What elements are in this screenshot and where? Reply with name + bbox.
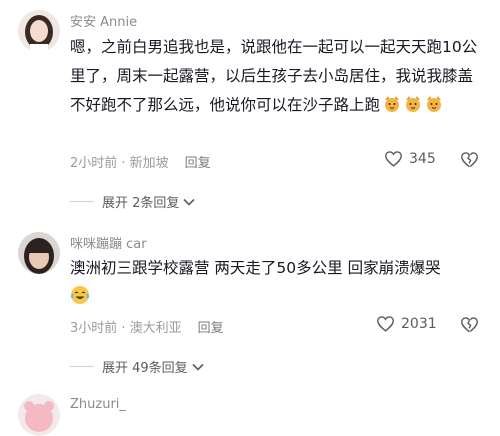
comment-text: 嗯，之前白男追我也是，说跟他在一起可以一起天天跑10公里了，周末一起露营，以后生… [70, 33, 480, 120]
comment-body: 澳洲初三跟学校露营 两天走了50多公里 回家崩溃爆哭 [70, 259, 441, 277]
comment-username[interactable]: Zhuzuri_ [70, 397, 126, 412]
chevron-down-icon [192, 363, 204, 371]
cat-face-icon [404, 94, 422, 112]
comment-username[interactable]: 安安 Annie [70, 11, 137, 30]
like-count: 345 [409, 150, 436, 167]
expand-replies-button[interactable]: 展开 2条回复 [70, 192, 196, 211]
expand-replies-button[interactable]: 展开 49条回复 [70, 357, 205, 376]
comment-meta: 3小时前 · 澳大利亚 回复 [70, 317, 224, 336]
comment-username[interactable]: 咪咪蹦蹦 car [70, 233, 147, 252]
avatar[interactable] [18, 232, 60, 274]
comment-time-location: 3小时前 · 澳大利亚 [70, 321, 182, 336]
expand-replies-label: 展开 2条回复 [102, 196, 180, 211]
reply-button[interactable]: 回复 [198, 321, 224, 336]
comment-time-location: 2小时前 · 新加坡 [70, 156, 169, 171]
broken-heart-icon [461, 152, 478, 168]
heart-icon [385, 151, 402, 167]
dislike-button[interactable] [460, 316, 479, 337]
divider [70, 201, 94, 202]
divider [70, 366, 94, 367]
avatar[interactable] [18, 10, 60, 52]
comment-meta: 2小时前 · 新加坡 回复 [70, 152, 211, 171]
like-count: 2031 [401, 315, 437, 332]
broken-heart-icon [461, 317, 478, 333]
chevron-down-icon [183, 198, 195, 206]
like-button[interactable]: 345 [384, 150, 436, 167]
reply-button[interactable]: 回复 [185, 156, 211, 171]
cat-face-icon [425, 94, 443, 112]
crying-laughing-face-icon [70, 285, 89, 304]
expand-replies-label: 展开 49条回复 [102, 361, 188, 376]
heart-icon [377, 316, 394, 332]
comment-text: 澳洲初三跟学校露营 两天走了50多公里 回家崩溃爆哭 [70, 254, 480, 312]
like-button[interactable]: 2031 [376, 315, 437, 332]
dislike-button[interactable] [460, 151, 479, 172]
avatar[interactable] [18, 394, 60, 436]
cat-face-icon [383, 94, 401, 112]
